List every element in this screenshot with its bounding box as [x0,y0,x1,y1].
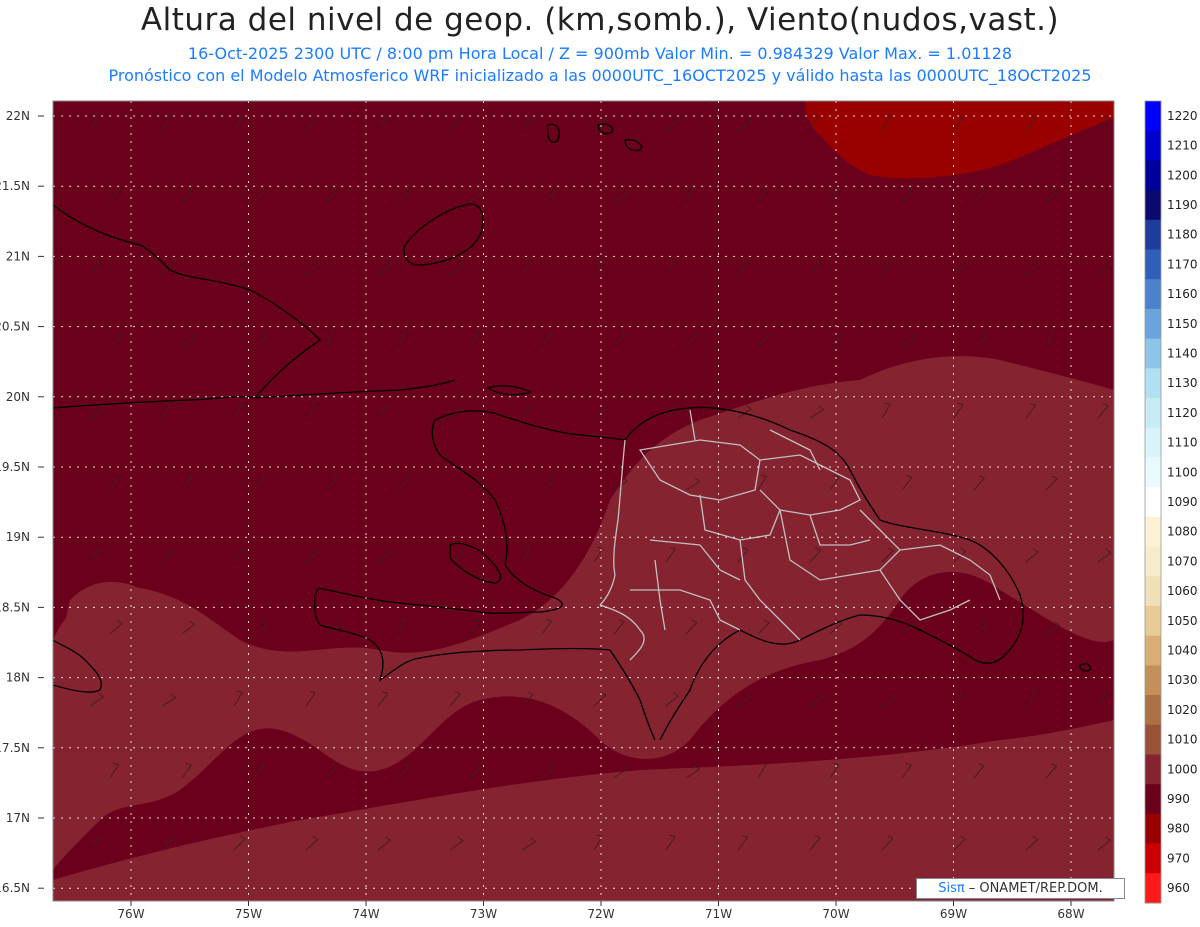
colorbar-label: 960 [1167,881,1190,895]
colorbar-label: 1020 [1167,703,1198,717]
latitude-labels: 22N 21.5N 21N 20.5N 20N 19.5N 19N 18.5N 18N 17.5N… [0,109,44,895]
colorbar-swatch [1145,843,1161,874]
colorbar-label: 1010 [1167,733,1198,747]
lat-label: 20.5N [0,320,30,334]
colorbar-label: 1170 [1167,257,1198,271]
lat-label: 16.5N [0,881,30,895]
colorbar-label: 1040 [1167,644,1198,658]
credit-brand: Sisπ [938,881,965,896]
colorbar-label: 980 [1167,822,1190,836]
wind-barb [1118,620,1126,634]
lon-label: 73W [470,907,497,921]
colorbar-swatch [1145,398,1161,429]
colorbar-label: 1130 [1167,376,1198,390]
colorbar-label: 1200 [1167,168,1198,182]
colorbar-label: 1150 [1167,317,1198,331]
map-field-area [53,101,1114,901]
colorbar-label: 1070 [1167,554,1198,568]
lon-label: 74W [352,907,379,921]
colorbar-label: 1190 [1167,198,1198,212]
colorbar-label: 990 [1167,792,1190,806]
lat-label: 18N [6,671,30,685]
colorbar-swatch [1145,279,1161,310]
lon-label: 68W [1057,907,1084,921]
colorbar-swatch [1145,219,1161,251]
wind-barb-flag [1125,188,1130,191]
colorbar-swatch [1145,754,1161,785]
colorbar-swatch [1145,130,1161,161]
wind-barb [1118,192,1130,202]
colorbar-swatch [1145,160,1161,191]
colorbar-label: 1000 [1167,762,1198,776]
lon-label: 69W [940,907,967,921]
lon-label: 71W [705,907,732,921]
wind-barb-flag [1120,619,1126,620]
colorbar-swatch [1145,784,1161,815]
lat-label: 21N [6,249,30,263]
colorbar: 1220 1210 1200 1190 1180 1170 1160 1150 1140 1130… [1144,100,1198,904]
colorbar-swatch [1145,724,1161,755]
colorbar-swatch [1145,190,1161,221]
lat-label: 22N [6,109,30,123]
colorbar-swatch [1145,427,1161,458]
credit-box: Sisπ – ONAMET/REP.DOM. [916,878,1125,899]
colorbar-label: 1090 [1167,495,1198,509]
colorbar-label: 1140 [1167,346,1198,360]
wind-barb-flag [1124,764,1129,767]
lat-label: 18.5N [0,600,30,614]
colorbar-label: 1180 [1167,228,1198,242]
wind-barb [1118,333,1127,346]
colorbar-label: 1100 [1167,465,1198,479]
wind-barb [1118,479,1130,490]
colorbar-swatch [1145,487,1161,518]
colorbar-swatch [1145,695,1161,726]
colorbar-swatch [1145,249,1161,280]
colorbar-swatch [1145,813,1161,845]
colorbar-swatch [1145,576,1161,607]
lon-label: 70W [822,907,849,921]
colorbar-swatch [1145,665,1161,696]
colorbar-swatch [1145,516,1161,548]
wind-barb [1118,767,1129,778]
colorbar-label: 1110 [1167,436,1198,450]
lat-label: 19.5N [0,460,30,474]
weather-map: 22N 21.5N 21N 20.5N 20N 19.5N 19N 18.5N 18N 17.5N… [0,100,1198,921]
colorbar-label: 1030 [1167,673,1198,687]
lat-label: 19N [6,530,30,544]
colorbar-swatch [1145,101,1161,132]
colorbar-swatch [1145,368,1161,399]
colorbar-swatch [1145,873,1161,904]
lat-label: 20N [6,390,30,404]
lat-label: 17N [6,811,30,825]
colorbar-swatch [1145,308,1161,340]
lat-label: 21.5N [0,179,30,193]
lon-label: 76W [117,907,144,921]
colorbar-label: 1060 [1167,584,1198,598]
lon-label: 75W [235,907,262,921]
colorbar-swatch [1145,605,1161,637]
wind-barb-flag [1124,476,1129,479]
colorbar-label: 970 [1167,851,1190,865]
colorbar-label: 1210 [1167,139,1198,153]
credit-text: – ONAMET/REP.DOM. [968,881,1103,896]
colorbar-label: 1160 [1167,287,1198,301]
colorbar-label: 1220 [1167,109,1198,123]
lon-label: 72W [587,907,614,921]
cuba-southwest-edge [53,211,54,216]
colorbar-swatch [1145,635,1161,666]
wind-barb-flag [1121,331,1127,332]
lat-label: 17.5N [0,741,30,755]
colorbar-label: 1050 [1167,614,1198,628]
longitude-labels: 76W 75W 74W 73W 72W 71W 70W 69W 68W [117,901,1085,921]
colorbar-swatch [1145,338,1161,369]
colorbar-swatch [1145,546,1161,577]
colorbar-label: 1080 [1167,525,1198,539]
colorbar-label: 1120 [1167,406,1198,420]
colorbar-swatch [1145,457,1161,488]
